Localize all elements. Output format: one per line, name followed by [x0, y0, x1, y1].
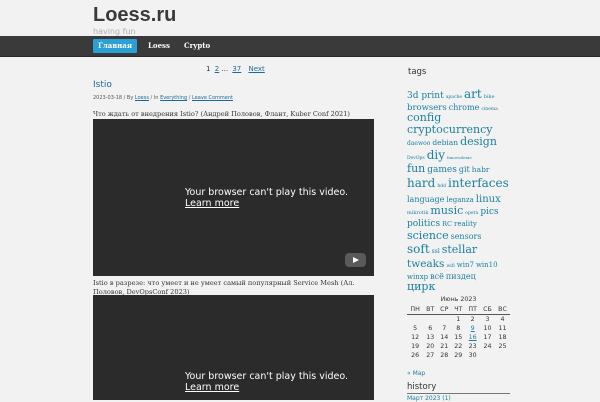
calendar-day: 3 — [485, 316, 490, 323]
video-error-text-2: Your browser can't play this video. — [185, 371, 349, 382]
calendar-day-header: ПН — [407, 305, 424, 315]
calendar-day — [423, 315, 437, 325]
calendar-table: ПН ВТ СР ЧТ ПТ СБ ВС 1 2 3 4 5 6 7 8 9 10 11 12 13 14 15 16 17… — [407, 305, 510, 360]
calendar-day: 25 — [498, 343, 507, 350]
calendar-widget: Июнь 2023 ПН ВТ СР ЧТ ПТ СБ ВС 1 2 3 4 5 6 7 8 9 10 11 12… — [407, 296, 510, 360]
calendar-day: 22 — [454, 343, 463, 350]
calendar-week: 1 2 3 4 — [407, 315, 510, 325]
calendar-day — [437, 315, 451, 325]
calendar-day: 5 — [413, 325, 418, 332]
post-meta-in: / In — [148, 95, 161, 101]
calendar-day-header: ВС — [494, 305, 510, 315]
tag-link[interactable]: pics — [480, 207, 498, 217]
tags-heading: tags — [408, 67, 427, 77]
tag-link[interactable]: win10 — [476, 261, 498, 269]
pagination-ellipsis: ... — [221, 65, 229, 73]
pagination: 1 2 ... 37 Next — [206, 65, 265, 73]
calendar-day-header: СБ — [480, 305, 495, 315]
learn-more-link-1[interactable]: Learn more — [185, 198, 348, 209]
calendar-day: 17 — [483, 334, 492, 341]
video-player-1[interactable]: Your browser can't play this video. Lear… — [93, 119, 374, 276]
pagination-next[interactable]: Next — [248, 65, 264, 73]
calendar-day — [407, 315, 423, 325]
calendar-day-header: СР — [437, 305, 452, 315]
site-title[interactable]: Loess.ru — [93, 4, 176, 26]
video-error-text-1: Your browser can't play this video. — [185, 187, 349, 198]
calendar-day: 21 — [440, 343, 449, 350]
calendar-day-header: ПТ — [465, 305, 481, 315]
tag-link[interactable]: цирк — [407, 280, 435, 293]
calendar-week: 5 6 7 8 9 10 11 — [407, 324, 510, 333]
calendar-day-header: ЧТ — [451, 305, 466, 315]
calendar-day-header: ВТ — [423, 305, 438, 315]
calendar-day: 14 — [440, 334, 449, 341]
history-item[interactable]: Март 2023 (1) — [407, 395, 451, 402]
calendar-day: 10 — [483, 325, 492, 332]
calendar-week: 12 13 14 15 16 17 18 — [407, 333, 510, 342]
calendar-day: 18 — [498, 334, 507, 341]
calendar-prev-link[interactable]: « Мар — [407, 370, 425, 377]
post-paragraph-2-line-1: Istio в разрезе: что умеет и не умеет са… — [93, 279, 355, 287]
pagination-current: 1 — [206, 65, 211, 73]
pagination-page-last[interactable]: 37 — [232, 65, 241, 73]
calendar-day: 24 — [483, 343, 492, 350]
video-message-1: Your browser can't play this video. Lear… — [185, 187, 348, 209]
post-title[interactable]: Istio — [93, 80, 112, 90]
leave-comment-link[interactable]: Leave Comment — [192, 95, 233, 101]
post-meta: 2023-03-18 / By Loess / In Everything / … — [93, 95, 233, 101]
calendar-day: 6 — [428, 325, 433, 332]
calendar-day — [495, 351, 510, 360]
calendar-day: 4 — [500, 316, 505, 323]
calendar-day: 2 — [470, 316, 475, 323]
calendar-day: 15 — [454, 334, 463, 341]
calendar-day: 12 — [411, 334, 420, 341]
calendar-week: 19 20 21 22 23 24 25 — [407, 342, 510, 351]
tag-link[interactable]: chrome — [449, 103, 480, 112]
calendar-day: 26 — [411, 352, 420, 359]
calendar-day: 30 — [468, 352, 477, 359]
post-category-link[interactable]: Everything — [160, 95, 187, 101]
site-tagline: having fun — [93, 27, 136, 36]
calendar-day[interactable]: 16 — [465, 333, 480, 342]
calendar-day — [480, 351, 495, 360]
nav-item-home[interactable]: Главная — [93, 39, 137, 53]
tag-link[interactable]: пиздец — [446, 272, 476, 281]
main-navbar: Главная Loess Crypto — [0, 36, 600, 57]
pagination-page-2[interactable]: 2 — [215, 65, 219, 73]
calendar-day: 7 — [442, 325, 447, 332]
post-author-link[interactable]: Loess — [135, 95, 149, 101]
tag-row: цирк — [407, 275, 435, 294]
calendar-day[interactable]: 9 — [465, 324, 480, 333]
calendar-day: 20 — [426, 343, 435, 350]
play-icon[interactable] — [345, 253, 366, 267]
nav-item-loess[interactable]: Loess — [148, 39, 170, 53]
history-heading: history — [407, 382, 437, 392]
video-message-2: Your browser can't play this video. Lear… — [185, 371, 348, 393]
calendar-day: 11 — [498, 325, 507, 332]
calendar-caption: Июнь 2023 — [440, 296, 477, 303]
calendar-day: 28 — [440, 352, 449, 359]
calendar-day: 1 — [456, 316, 461, 323]
calendar-day: 29 — [454, 352, 463, 359]
history-divider — [407, 393, 510, 394]
calendar-day: 19 — [411, 343, 420, 350]
calendar-day: 8 — [456, 325, 461, 332]
site-header: Loess.ru having fun — [93, 4, 176, 36]
tag-link[interactable]: cinema — [481, 107, 497, 112]
post-paragraph-1: Что ждать от внедрения Istio? (Андрей По… — [93, 110, 350, 118]
calendar-day: 23 — [468, 343, 477, 350]
calendar-week: 26 27 28 29 30 — [407, 351, 510, 360]
calendar-day: 27 — [426, 352, 435, 359]
learn-more-link-2[interactable]: Learn more — [185, 382, 348, 393]
video-player-2[interactable]: Your browser can't play this video. Lear… — [93, 295, 374, 400]
calendar-day: 13 — [426, 334, 435, 341]
post-date: 2023-03-18 / By — [93, 95, 135, 101]
nav-item-crypto[interactable]: Crypto — [184, 39, 210, 53]
